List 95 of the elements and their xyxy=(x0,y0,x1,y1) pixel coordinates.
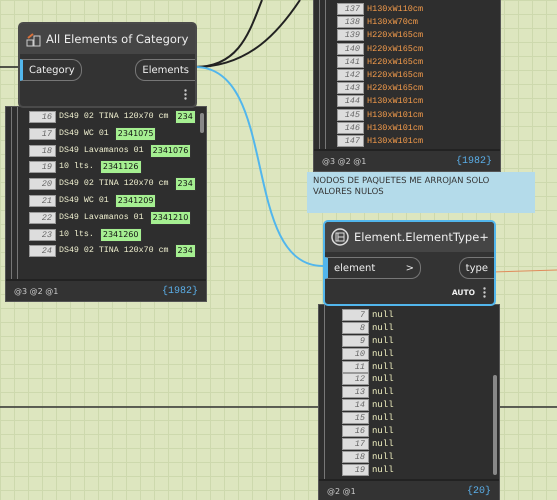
index-label: 22 xyxy=(29,212,56,224)
index-label: 21 xyxy=(29,194,56,207)
index-label: 17 xyxy=(342,438,369,450)
output-port[interactable]: type xyxy=(458,257,494,279)
input-port[interactable]: element > xyxy=(325,257,421,279)
item-count: {20} xyxy=(466,486,491,496)
index-label: 141 xyxy=(337,56,364,68)
list-value: DS49 02 TINA 120x70 cm xyxy=(59,178,169,190)
index-label: 7 xyxy=(342,309,369,321)
element-icon xyxy=(331,228,349,246)
index-label: 142 xyxy=(337,68,364,81)
scrollbar[interactable] xyxy=(493,375,497,475)
index-label: 146 xyxy=(337,122,364,134)
element-id-link[interactable]: 234 xyxy=(174,244,196,258)
scrollbar[interactable] xyxy=(200,113,204,133)
node-title: All Elements of Category xyxy=(46,32,188,46)
input-port[interactable]: Category xyxy=(20,59,82,81)
list-value: null xyxy=(372,438,394,450)
list-value: 10 lts. xyxy=(59,161,94,174)
list-value: DS49 Lavamanos 01 xyxy=(59,144,144,157)
node-card[interactable]: All Elements of Category Category Elements xyxy=(18,22,197,108)
index-label: 140 xyxy=(337,42,364,55)
index-label: 11 xyxy=(342,360,369,373)
index-label: 10 xyxy=(342,348,369,360)
index-label: 145 xyxy=(337,108,364,120)
index-label: 12 xyxy=(342,373,369,386)
element-id-link[interactable]: 2341260 xyxy=(100,228,142,242)
index-label: 144 xyxy=(337,95,364,108)
index-label: 138 xyxy=(337,16,364,28)
list-value: H130xW101cm xyxy=(367,122,424,134)
index-label: 20 xyxy=(29,178,56,190)
element-id-link[interactable]: 2341076 xyxy=(150,144,192,158)
list-value: DS49 02 TINA 120x70 cm xyxy=(59,111,169,123)
item-count: {1982} xyxy=(162,286,198,296)
list-value: null xyxy=(372,399,394,412)
list-value: null xyxy=(372,322,394,334)
index-label: 24 xyxy=(29,245,56,258)
index-label: 23 xyxy=(29,228,56,241)
element-id-link[interactable]: 234 xyxy=(174,110,196,124)
index-label: 19 xyxy=(29,161,56,174)
list-levels: @3 @2 @1 xyxy=(14,286,58,296)
element-id-link[interactable]: 234 xyxy=(174,177,196,192)
list-value: null xyxy=(372,334,394,347)
list-value: H130xW110cm xyxy=(367,3,424,15)
list-value: null xyxy=(372,450,394,463)
index-label: 8 xyxy=(342,322,369,334)
element-id-link[interactable]: 2341210 xyxy=(150,210,192,225)
list-value: H130xW101cm xyxy=(367,108,424,120)
list-levels: @2 @1 xyxy=(327,486,356,496)
index-label: 147 xyxy=(337,134,364,147)
node-title: Element.ElementType+ xyxy=(354,230,489,244)
list-value: H220xW165cm xyxy=(367,68,424,81)
list-value: null xyxy=(372,348,394,360)
index-label: 143 xyxy=(337,82,364,94)
list-value: null xyxy=(372,386,394,398)
note-text: NODOS DE PAQUETES ME ARROJAN SOLO VALORES NULOS xyxy=(307,172,535,213)
list-value: DS49 WC 01 xyxy=(59,128,109,140)
index-label: 15 xyxy=(342,412,369,424)
list-value: DS49 Lavamanos 01 xyxy=(59,212,144,224)
element-id-link[interactable]: 2341209 xyxy=(114,194,156,208)
index-label: 13 xyxy=(342,386,369,398)
list-value: null xyxy=(372,360,394,373)
index-label: 16 xyxy=(342,425,369,438)
index-label: 139 xyxy=(337,29,364,42)
index-label: 17 xyxy=(29,128,56,140)
index-label: 18 xyxy=(29,144,56,157)
list-value: null xyxy=(372,309,394,321)
index-label: 14 xyxy=(342,399,369,412)
list-value: H220xW165cm xyxy=(367,42,424,55)
item-count: {1982} xyxy=(456,156,492,166)
list-levels: @3 @2 @1 xyxy=(322,156,366,166)
list-value: H130xW70cm xyxy=(367,16,418,28)
list-value: null xyxy=(372,373,394,386)
more-icon[interactable] xyxy=(184,88,187,100)
element-id-link[interactable]: 2341075 xyxy=(114,126,156,141)
index-label: 9 xyxy=(342,334,369,347)
element-id-link[interactable]: 2341126 xyxy=(100,160,142,174)
more-icon[interactable] xyxy=(483,286,486,298)
list-value: H220xW165cm xyxy=(367,56,424,68)
index-label: 18 xyxy=(342,450,369,463)
list-value: DS49 WC 01 xyxy=(59,194,109,207)
list-value: null xyxy=(372,464,394,476)
list-value: null xyxy=(372,412,394,424)
list-value: H220xW165cm xyxy=(367,82,424,94)
index-label: 137 xyxy=(337,3,364,15)
output-port[interactable]: Elements xyxy=(135,59,195,81)
index-label: 19 xyxy=(342,464,369,476)
category-icon xyxy=(26,32,41,46)
list-value: H130xW101cm xyxy=(367,134,424,147)
list-value: H220xW165cm xyxy=(367,29,424,42)
list-value: null xyxy=(372,425,394,438)
list-value: 10 lts. xyxy=(59,228,94,241)
index-label: 16 xyxy=(29,111,56,123)
list-value: H130xW101cm xyxy=(367,95,424,108)
list-value: DS49 02 TINA 120x70 cm xyxy=(59,245,169,258)
